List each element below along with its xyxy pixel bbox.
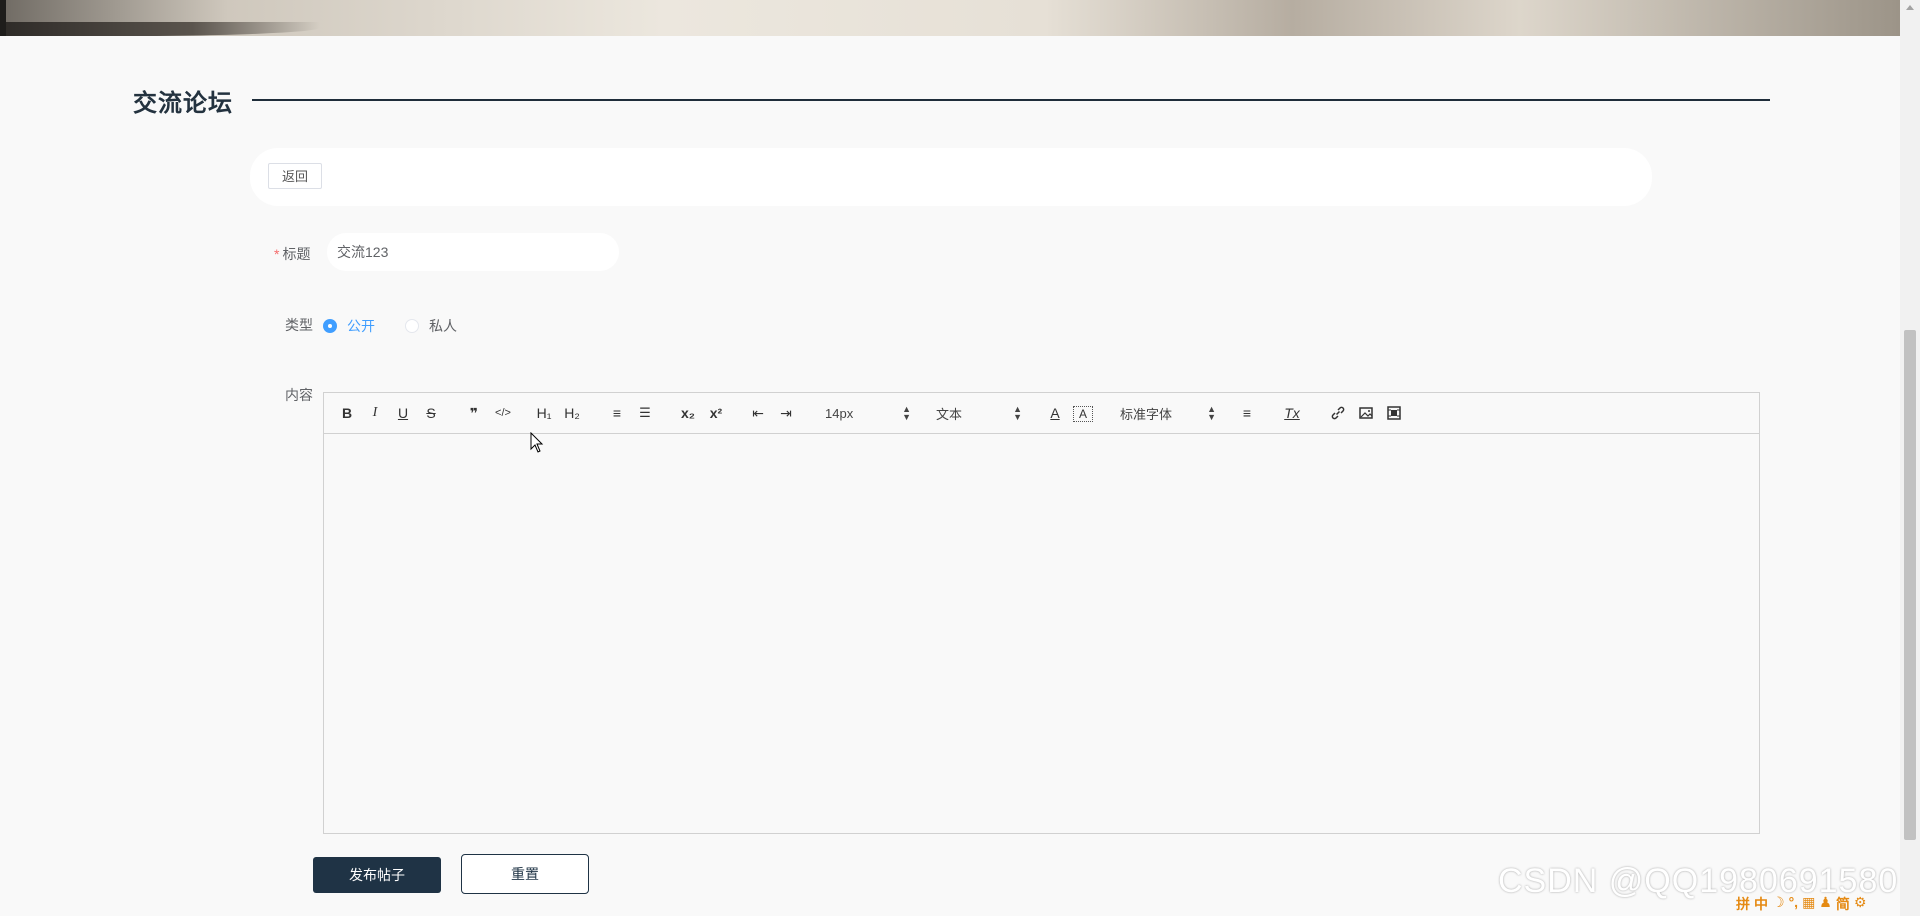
content-label: 内容 <box>285 387 313 403</box>
header-picker[interactable]: 文本 ▲ ▼ <box>936 403 1022 423</box>
header-banner-image <box>0 0 1900 36</box>
subscript-button[interactable]: x₂ <box>677 403 699 423</box>
type-label: 类型 <box>285 317 313 333</box>
strike-button[interactable]: S <box>422 403 440 423</box>
ime-toolbar[interactable]: 拼 中 ☽ °, ▦ ♟ 简 ⚙ <box>1736 894 1866 914</box>
header-2-button[interactable]: H₂ <box>561 403 583 423</box>
image-icon <box>1359 407 1373 419</box>
radio-private-label: 私人 <box>429 318 457 334</box>
ime-punctuation-icon[interactable]: °, <box>1789 894 1799 914</box>
back-button[interactable]: 返回 <box>268 163 322 189</box>
quote-button[interactable]: ❞ <box>464 403 484 423</box>
ime-simplified-icon[interactable]: 简 <box>1836 894 1850 914</box>
section-title: 交流论坛 <box>133 90 233 117</box>
italic-button[interactable]: I <box>366 403 384 423</box>
font-family-value: 标准字体 <box>1120 406 1173 422</box>
superscript-button[interactable]: x² <box>705 403 727 423</box>
picker-arrows-icon: ▲ ▼ <box>902 404 911 422</box>
ordered-list-button[interactable]: ≡ <box>607 403 627 423</box>
code-block-button[interactable]: </> <box>492 403 514 423</box>
font-size-picker[interactable]: 14px ▲ ▼ <box>825 403 911 423</box>
banner-dark-shape <box>0 22 320 36</box>
video-icon <box>1387 406 1401 420</box>
rich-text-editor: B I U S ❞ </> H₁ H₂ ≡ ☰ x₂ x² ⇤ ⇥ 14px ▲… <box>323 392 1760 834</box>
picker-arrows-icon: ▲ ▼ <box>1013 404 1022 422</box>
font-family-picker[interactable]: 标准字体 ▲ ▼ <box>1120 403 1216 423</box>
underline-button[interactable]: U <box>394 403 412 423</box>
header-value: 文本 <box>936 406 963 422</box>
page-scrollbar[interactable] <box>1900 0 1920 916</box>
align-button[interactable]: ≡ <box>1237 403 1257 423</box>
section-title-divider <box>252 99 1770 101</box>
back-bar <box>250 148 1652 206</box>
ime-keyboard-icon[interactable]: ▦ <box>1802 894 1815 914</box>
font-color-button[interactable]: A <box>1046 403 1064 423</box>
font-size-value: 14px <box>825 405 854 421</box>
bold-button[interactable]: B <box>338 403 356 423</box>
title-label-text: 标题 <box>282 246 311 262</box>
ime-moon-icon[interactable]: ☽ <box>1772 894 1785 914</box>
title-input[interactable]: 交流123 <box>327 233 619 271</box>
outdent-button[interactable]: ⇤ <box>748 403 768 423</box>
link-button[interactable] <box>1328 403 1348 423</box>
ime-chinese-mode-icon[interactable]: 中 <box>1754 894 1768 914</box>
ime-settings-icon[interactable]: ⚙ <box>1854 894 1867 914</box>
ime-user-icon[interactable]: ♟ <box>1819 894 1832 914</box>
editor-content-area[interactable] <box>324 434 1759 833</box>
indent-button[interactable]: ⇥ <box>776 403 796 423</box>
scroll-up-arrow-icon[interactable] <box>1906 5 1914 10</box>
bullet-list-button[interactable]: ☰ <box>635 403 655 423</box>
picker-arrows-icon: ▲ ▼ <box>1207 404 1216 422</box>
publish-button[interactable]: 发布帖子 <box>313 857 441 893</box>
editor-toolbar: B I U S ❞ </> H₁ H₂ ≡ ☰ x₂ x² ⇤ ⇥ 14px ▲… <box>324 393 1759 434</box>
mouse-cursor-icon <box>530 432 544 453</box>
radio-private[interactable]: 私人 <box>405 316 457 336</box>
reset-button[interactable]: 重置 <box>461 854 589 894</box>
link-icon <box>1331 406 1345 420</box>
radio-public[interactable]: 公开 <box>323 316 375 336</box>
radio-unchecked-icon <box>405 319 419 333</box>
image-button[interactable] <box>1356 403 1376 423</box>
background-color-button[interactable]: A <box>1073 406 1093 422</box>
ime-logo-icon[interactable]: 拼 <box>1736 894 1750 914</box>
video-button[interactable] <box>1384 403 1404 423</box>
clear-format-button[interactable]: Tx <box>1281 403 1303 423</box>
scrollbar-thumb[interactable] <box>1904 330 1916 840</box>
radio-public-label: 公开 <box>347 318 375 334</box>
header-1-button[interactable]: H₁ <box>533 403 555 423</box>
required-mark: * <box>274 246 280 262</box>
radio-checked-icon <box>323 319 337 333</box>
title-label: * 标题 <box>274 244 310 264</box>
banner-edge <box>0 0 6 36</box>
